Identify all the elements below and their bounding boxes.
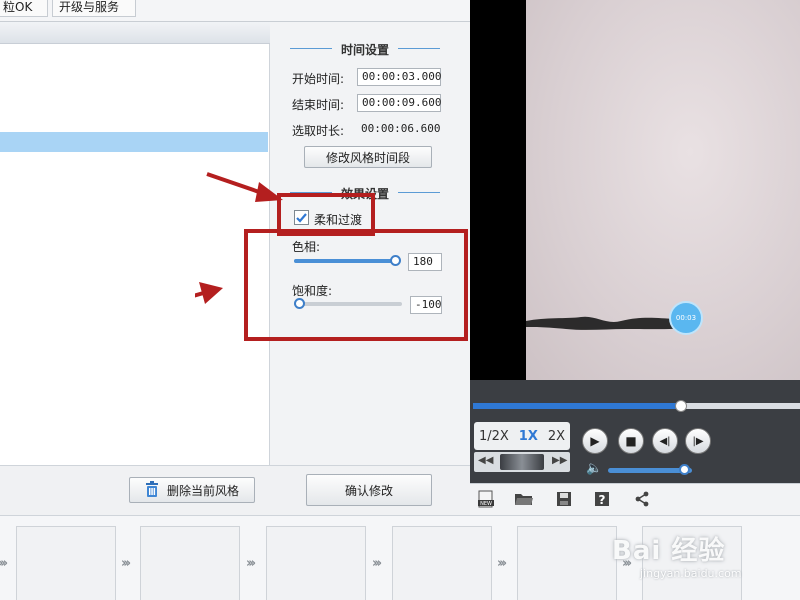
left-panel-footer: 删除当前风格 xyxy=(0,465,270,515)
prev-frame-button[interactable]: ◀| xyxy=(652,428,678,454)
film-frame-slot[interactable] xyxy=(16,526,116,600)
play-icon: ▶ xyxy=(590,434,600,448)
duration-label: 选取时长: xyxy=(292,124,345,138)
next-frame-button[interactable]: |▶ xyxy=(685,428,711,454)
progress-fill xyxy=(473,403,681,409)
chevron-right-icon: ››› xyxy=(497,556,507,571)
watermark-url: jingyan.baidu.com xyxy=(640,567,742,580)
confirm-modify-button[interactable]: 确认修改 xyxy=(306,474,432,506)
speed-selector: 1/2X 1X 2X xyxy=(474,422,570,450)
chevron-right-icon: ››› xyxy=(0,556,8,571)
player-toolbar: NEW ? xyxy=(470,483,800,515)
chevron-right-icon: ››› xyxy=(246,556,256,571)
open-folder-icon[interactable] xyxy=(514,490,534,508)
step-forward-icon: |▶ xyxy=(692,435,704,447)
chevron-right-icon: ››› xyxy=(372,556,382,571)
trash-icon xyxy=(145,480,159,500)
help-icon[interactable]: ? xyxy=(592,490,612,508)
jog-wheel[interactable] xyxy=(500,454,544,470)
fast-forward-icon[interactable]: ▶▶ xyxy=(552,455,567,466)
top-tab-bar: 粒OK 开级与服务 xyxy=(0,0,470,22)
tab-ok[interactable]: 粒OK xyxy=(0,0,48,17)
stop-button[interactable]: ■ xyxy=(618,428,644,454)
volume-icon[interactable]: 🔈 xyxy=(586,461,602,476)
share-icon[interactable] xyxy=(632,490,652,508)
jog-shuttle[interactable]: ◀◀ ▶▶ xyxy=(474,452,570,472)
annotation-arrows xyxy=(195,172,283,304)
section-divider xyxy=(398,192,440,193)
watermark-logo: Bai 经验 xyxy=(612,536,726,566)
settings-footer: 确认修改 xyxy=(270,465,470,515)
speed-half[interactable]: 1/2X xyxy=(479,429,509,444)
modify-time-range-button[interactable]: 修改风格时间段 xyxy=(304,146,432,168)
start-time-label: 开始时间: xyxy=(292,72,345,86)
play-button[interactable]: ▶ xyxy=(582,428,608,454)
chevron-right-icon: ››› xyxy=(121,556,131,571)
list-header xyxy=(0,22,270,44)
playhead-time-bubble: 00:03 xyxy=(669,301,703,335)
save-icon[interactable] xyxy=(554,490,574,508)
new-project-icon[interactable]: NEW xyxy=(476,490,496,508)
end-time-label: 结束时间: xyxy=(292,98,345,112)
delete-style-button[interactable]: 删除当前风格 xyxy=(129,477,255,503)
svg-text:?: ? xyxy=(599,493,606,507)
rewind-icon[interactable]: ◀◀ xyxy=(478,455,493,466)
tab-upgrade-service[interactable]: 开级与服务 xyxy=(52,0,136,17)
film-frame-slot[interactable] xyxy=(517,526,617,600)
end-time-input[interactable]: 00:00:09.600 xyxy=(357,94,441,112)
film-frame-slot[interactable] xyxy=(266,526,366,600)
delete-style-label: 删除当前风格 xyxy=(166,483,239,498)
section-divider xyxy=(398,48,440,49)
step-back-icon: ◀| xyxy=(659,435,671,447)
section-divider xyxy=(290,48,332,49)
film-frame-slot[interactable] xyxy=(392,526,492,600)
stop-icon: ■ xyxy=(625,434,637,448)
svg-text:NEW: NEW xyxy=(480,501,492,507)
start-time-input[interactable]: 00:00:03.000 xyxy=(357,68,441,86)
speed-1x[interactable]: 1X xyxy=(519,429,538,444)
speed-2x[interactable]: 2X xyxy=(548,429,565,444)
time-settings-title: 时间设置 xyxy=(340,43,389,57)
list-item-selected[interactable] xyxy=(0,132,268,152)
film-frame-slot[interactable] xyxy=(140,526,240,600)
duration-value: 00:00:06.600 xyxy=(361,122,441,135)
progress-thumb[interactable] xyxy=(674,400,687,412)
